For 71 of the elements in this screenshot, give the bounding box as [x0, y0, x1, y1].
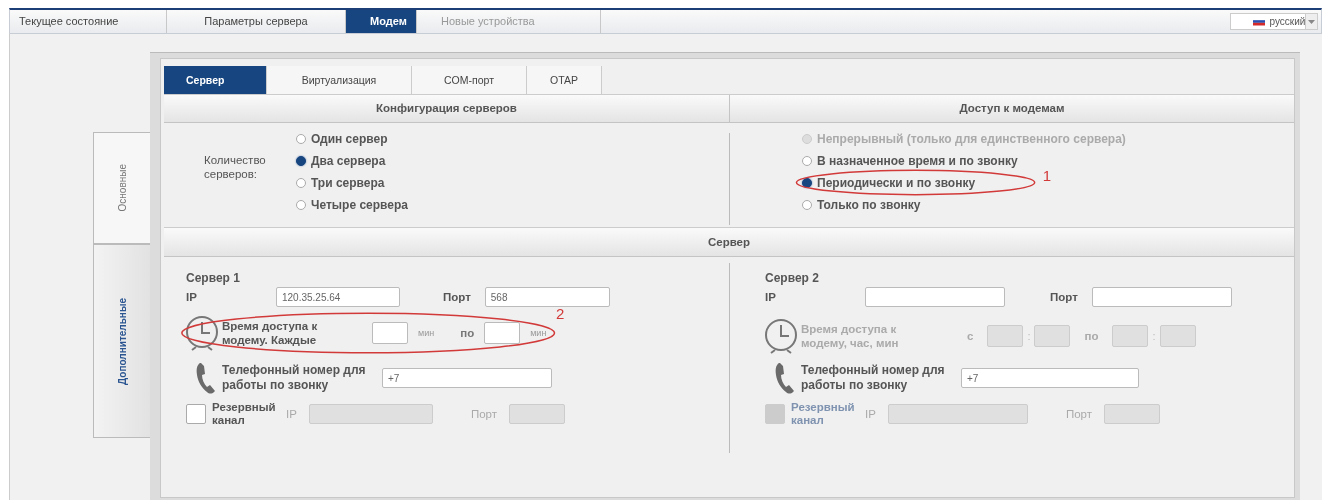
field-label: IP	[765, 291, 777, 303]
input-field[interactable]	[484, 322, 521, 344]
input-field	[1103, 404, 1160, 424]
field-label: Телефонный номер для работы по звонку	[801, 363, 946, 393]
radio-option[interactable]: Только по звонку	[802, 197, 1126, 212]
tab[interactable]: Модем	[346, 10, 417, 33]
radio-option[interactable]: Два сервера	[296, 153, 408, 168]
radio-button[interactable]	[802, 155, 812, 166]
field-label: Время доступа к модему, час, мин	[801, 322, 900, 350]
radio-button[interactable]	[296, 177, 306, 188]
field-label: IP	[186, 291, 198, 303]
section-header: Сервер	[707, 235, 751, 250]
radio-button[interactable]	[802, 199, 812, 210]
field-label: Порт	[470, 408, 497, 420]
clock-icon	[184, 314, 220, 352]
input-field	[987, 325, 1024, 347]
side-tab[interactable]: Дополнительные	[93, 244, 150, 438]
field-label: IP	[865, 408, 876, 420]
input-field[interactable]: 120.35.25.64	[276, 287, 400, 307]
annotation-number: 2	[556, 305, 565, 322]
caret-icon	[1308, 19, 1316, 24]
radio-button[interactable]	[802, 177, 812, 188]
server-title: Сервер 2	[765, 271, 820, 285]
input-field[interactable]	[372, 322, 408, 344]
input-field[interactable]	[865, 287, 1005, 307]
radio-option[interactable]: Четыре сервера	[296, 197, 408, 212]
side-tab[interactable]: Основные	[93, 132, 150, 244]
input-field	[1159, 325, 1196, 347]
input-field[interactable]: +7	[382, 368, 552, 388]
input-field	[508, 404, 565, 424]
server-title: Сервер 1	[186, 271, 241, 285]
checkbox[interactable]	[186, 404, 206, 424]
tab[interactable]: Текущее состояние	[10, 10, 167, 33]
input-field	[1112, 325, 1149, 347]
field-label: Время доступа к модему. Каждые	[222, 319, 319, 347]
input-field[interactable]: +7	[961, 368, 1139, 388]
separator-text: :	[1027, 330, 1031, 342]
field-label: Порт	[1065, 408, 1092, 420]
field-label: Количество серверов:	[204, 153, 264, 182]
tab[interactable]: OTAP	[527, 66, 602, 94]
language-dropdown[interactable]: русский	[1230, 13, 1318, 30]
clock-icon	[763, 317, 799, 355]
phone-icon	[194, 361, 216, 395]
tab[interactable]: COM-порт	[412, 66, 527, 94]
unit-label: мин	[418, 328, 435, 338]
section-header: Конфигурация серверов	[164, 95, 729, 123]
radio-option: Непрерывный (только для единственного сервера)	[802, 131, 1126, 146]
radio-option[interactable]: Три сервера	[296, 175, 408, 190]
field-label: Телефонный номер для работы по звонку	[222, 363, 367, 393]
input-field	[1034, 325, 1071, 347]
input-field[interactable]: 568	[484, 287, 610, 307]
tab[interactable]: Виртуализация	[267, 66, 412, 94]
radio-button[interactable]	[296, 199, 306, 210]
tab[interactable]: Сервер	[164, 66, 267, 94]
phone-icon	[773, 361, 795, 395]
separator-text: :	[1152, 330, 1156, 342]
radio-button[interactable]	[296, 155, 306, 166]
field-label: Порт	[443, 291, 471, 303]
field-label: по	[1084, 330, 1099, 342]
section-header: Доступ к модемам	[729, 95, 1294, 123]
radio-option[interactable]: В назначенное время и по звонку	[802, 153, 1126, 168]
field-label: с	[967, 330, 974, 342]
field-label: Порт	[1050, 291, 1078, 303]
flag-icon	[1253, 17, 1266, 26]
unit-label: мин	[530, 328, 547, 338]
field-label: IP	[286, 408, 297, 420]
radio-button[interactable]	[296, 133, 306, 144]
radio-option[interactable]: Один сервер	[296, 131, 408, 146]
annotation-number: 1	[1042, 167, 1052, 184]
input-field[interactable]	[1091, 287, 1232, 307]
field-label: по	[460, 327, 475, 339]
